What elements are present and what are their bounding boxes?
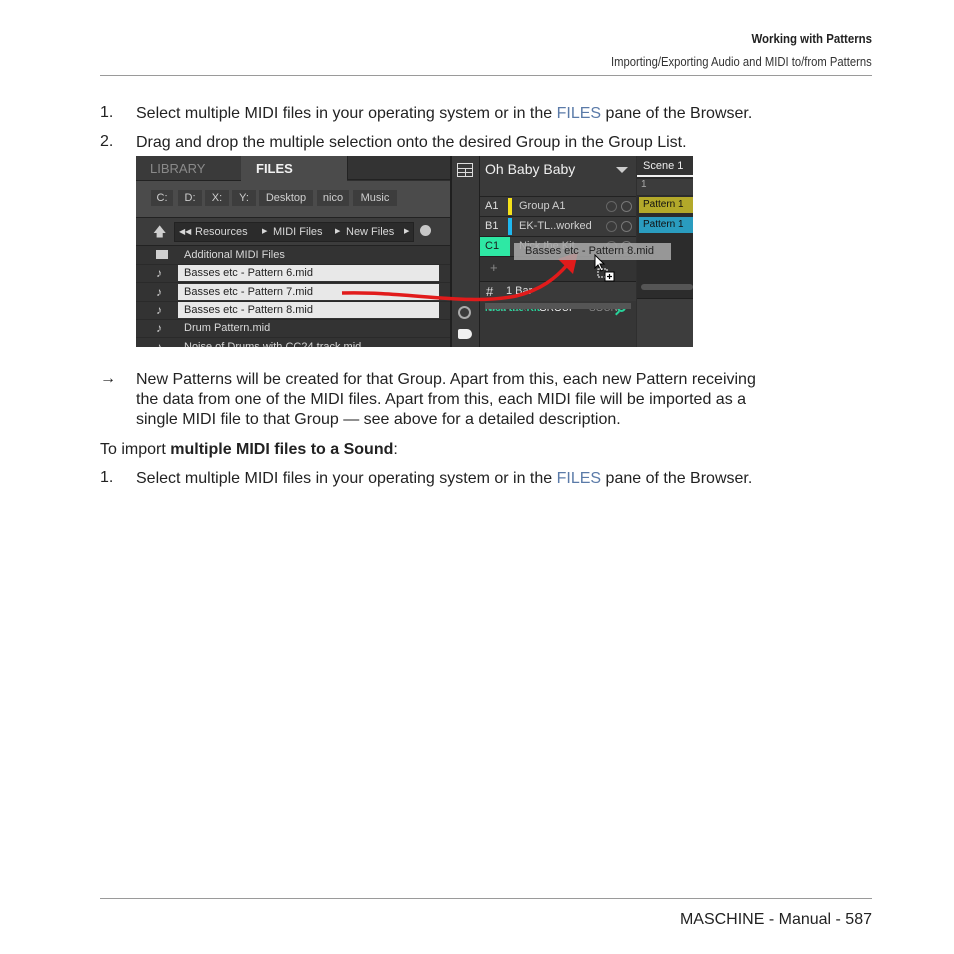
- footer-rule: [100, 898, 872, 899]
- step-text-pre: Select multiple MIDI files in your opera…: [136, 105, 557, 122]
- drag-cursor-icon: [594, 254, 615, 282]
- sound-intro: To import multiple MIDI files to a Sound…: [100, 440, 398, 460]
- files-link[interactable]: FILES: [557, 470, 601, 487]
- step-text-post: pane of the Browser.: [601, 470, 753, 487]
- header-title: Working with Patterns: [751, 31, 872, 46]
- maschine-screenshot: LIBRARY FILES C: D: X: Y: Desktop nico M…: [136, 156, 693, 347]
- drag-tooltip: Basses etc - Pattern 8.mid: [514, 243, 671, 260]
- result-line: the data from one of the MIDI files. Apa…: [136, 391, 747, 408]
- header-subtitle: Importing/Exporting Audio and MIDI to/fr…: [611, 55, 872, 69]
- step-text-pre: Select multiple MIDI files in your opera…: [136, 470, 557, 487]
- step-text-post: pane of the Browser.: [601, 105, 753, 122]
- result-line: New Patterns will be created for that Gr…: [136, 371, 756, 388]
- drag-arrow-path: [341, 262, 570, 302]
- step-number: 1.: [100, 104, 114, 121]
- sound-intro-pre: To import: [100, 441, 171, 458]
- step-number: 1.: [100, 469, 114, 486]
- sound-intro-bold: multiple MIDI files to a Sound: [170, 441, 394, 458]
- files-link[interactable]: FILES: [557, 105, 601, 122]
- result-line: single MIDI file to that Group — see abo…: [136, 411, 621, 428]
- step-text: Select multiple MIDI files in your opera…: [136, 469, 752, 489]
- step-text: Select multiple MIDI files in your opera…: [136, 104, 752, 124]
- sound-intro-post: :: [393, 441, 398, 458]
- step-text: Drag and drop the multiple selection ont…: [136, 134, 687, 151]
- arrow-marker: →: [100, 370, 116, 387]
- header-rule: [100, 75, 872, 76]
- footer-page-label: MASCHINE - Manual - 587: [679, 911, 872, 928]
- step-number: 2.: [100, 133, 114, 150]
